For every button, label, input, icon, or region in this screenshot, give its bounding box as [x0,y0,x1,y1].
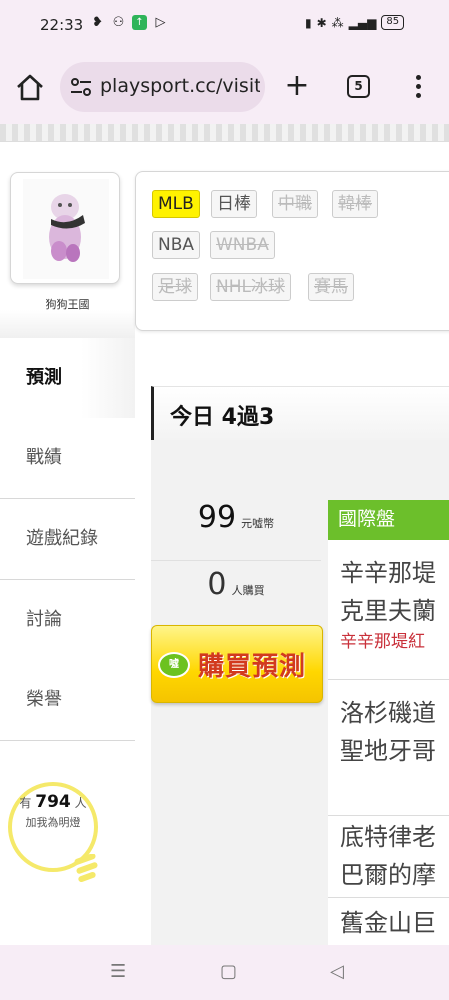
browser-toolbar: playsport.cc/visit + 5 [0,50,449,124]
tag-npb[interactable]: 日棒 [211,190,257,218]
system-icons: ▮ ✱ ⁂ ▂▄▆ 85 [305,15,405,30]
bluetooth-icon: ✱ [316,15,327,30]
follower-count: 有 794 人 [19,792,87,812]
chat-icon: ❥ [92,15,103,30]
prediction-price: 99 元噓幣 [197,500,275,535]
page-top-border [0,124,449,142]
home-nav-icon[interactable]: ▢ [220,961,237,982]
play-icon: ▷ [155,15,166,30]
system-nav-bar: ☰ ▢ ◁ [0,945,449,1000]
new-tab-button[interactable]: + [283,66,311,106]
tag-nba[interactable]: NBA [152,231,201,259]
game-row[interactable]: 洛杉磯道 聖地牙哥 [328,680,449,816]
nav-item-record[interactable]: 戰績 [0,418,135,499]
buy-prediction-button[interactable]: 噓 購買預測 [151,625,323,703]
today-record: 今日 4過3 [170,405,275,430]
today-record-bar: 今日 4過3 [151,386,449,440]
status-bar: 22:33 ❥ ⚇ ↑ ▷ ▮ ✱ ⁂ ▂▄▆ 85 [0,0,449,50]
profile-divider [0,310,135,338]
more-menu-icon[interactable] [412,72,424,102]
tag-kbo: 韓棒 [332,190,378,218]
tag-mlb[interactable]: MLB [152,190,200,218]
tag-nhl: NHL冰球 [210,273,291,301]
address-bar[interactable]: playsport.cc/visit [60,62,265,112]
league-filter: MLB 日棒 中職 韓棒 NBA WNBA 足球 NHL冰球 賽馬 [135,171,449,331]
link-icon: ⚇ [112,15,125,30]
nav-item-discussion[interactable]: 討論 [0,580,135,661]
game-row[interactable]: 舊金山巨 [328,898,449,945]
tag-cpbl: 中職 [272,190,318,218]
nav-item-predictions[interactable]: 預測 [0,338,135,419]
vibrate-icon: ▮ [305,15,312,30]
back-icon[interactable]: ◁ [330,961,344,982]
buy-prediction-label: 購買預測 [198,652,307,682]
site-settings-icon[interactable] [70,77,92,97]
games-panel: 國際盤 辛辛那堤 克里夫蘭 辛辛那堤紅 洛杉磯道 聖地牙哥 底特律老 巴爾的摩 … [328,500,449,945]
home-icon[interactable] [14,72,46,104]
volte-icon: ⁂ [331,15,344,30]
buyer-count: 0 人購買 [151,560,321,602]
profile-sidebar: 狗狗王國 預測 戰績 遊戲紀錄 討論 榮譽 有 794 人 加我為明燈 [0,142,135,945]
recents-icon[interactable]: ☰ [110,961,126,982]
tag-horse-racing: 賽馬 [308,273,354,301]
tab-switcher-button[interactable]: 5 [347,75,370,98]
follow-label: 加我為明燈 [25,816,81,829]
avatar[interactable] [10,172,120,284]
light-bulb-widget[interactable]: 有 794 人 加我為明燈 [8,782,118,892]
games-header: 國際盤 [328,500,449,540]
tag-wnba: WNBA [210,231,275,259]
upload-icon: ↑ [132,15,147,30]
url-text[interactable]: playsport.cc/visit [100,75,260,97]
nav-item-honors[interactable]: 榮譽 [0,660,135,741]
bulb-base-icon [74,854,98,883]
bear-figurine-image [23,179,109,279]
battery-icon: 85 [381,15,405,30]
notification-icons: ❥ ⚇ ↑ ▷ [90,15,168,30]
game-row[interactable]: 底特律老 巴爾的摩 [328,816,449,898]
signal-icon: ▂▄▆ [348,15,377,30]
pick-label: 辛辛那堤紅 [340,632,425,652]
game-row[interactable]: 辛辛那堤 克里夫蘭 辛辛那堤紅 [328,540,449,680]
nav-item-game-log[interactable]: 遊戲紀錄 [0,499,135,580]
status-time: 22:33 [40,16,84,34]
tag-soccer: 足球 [152,273,198,301]
coin-icon: 噓 [158,652,190,678]
